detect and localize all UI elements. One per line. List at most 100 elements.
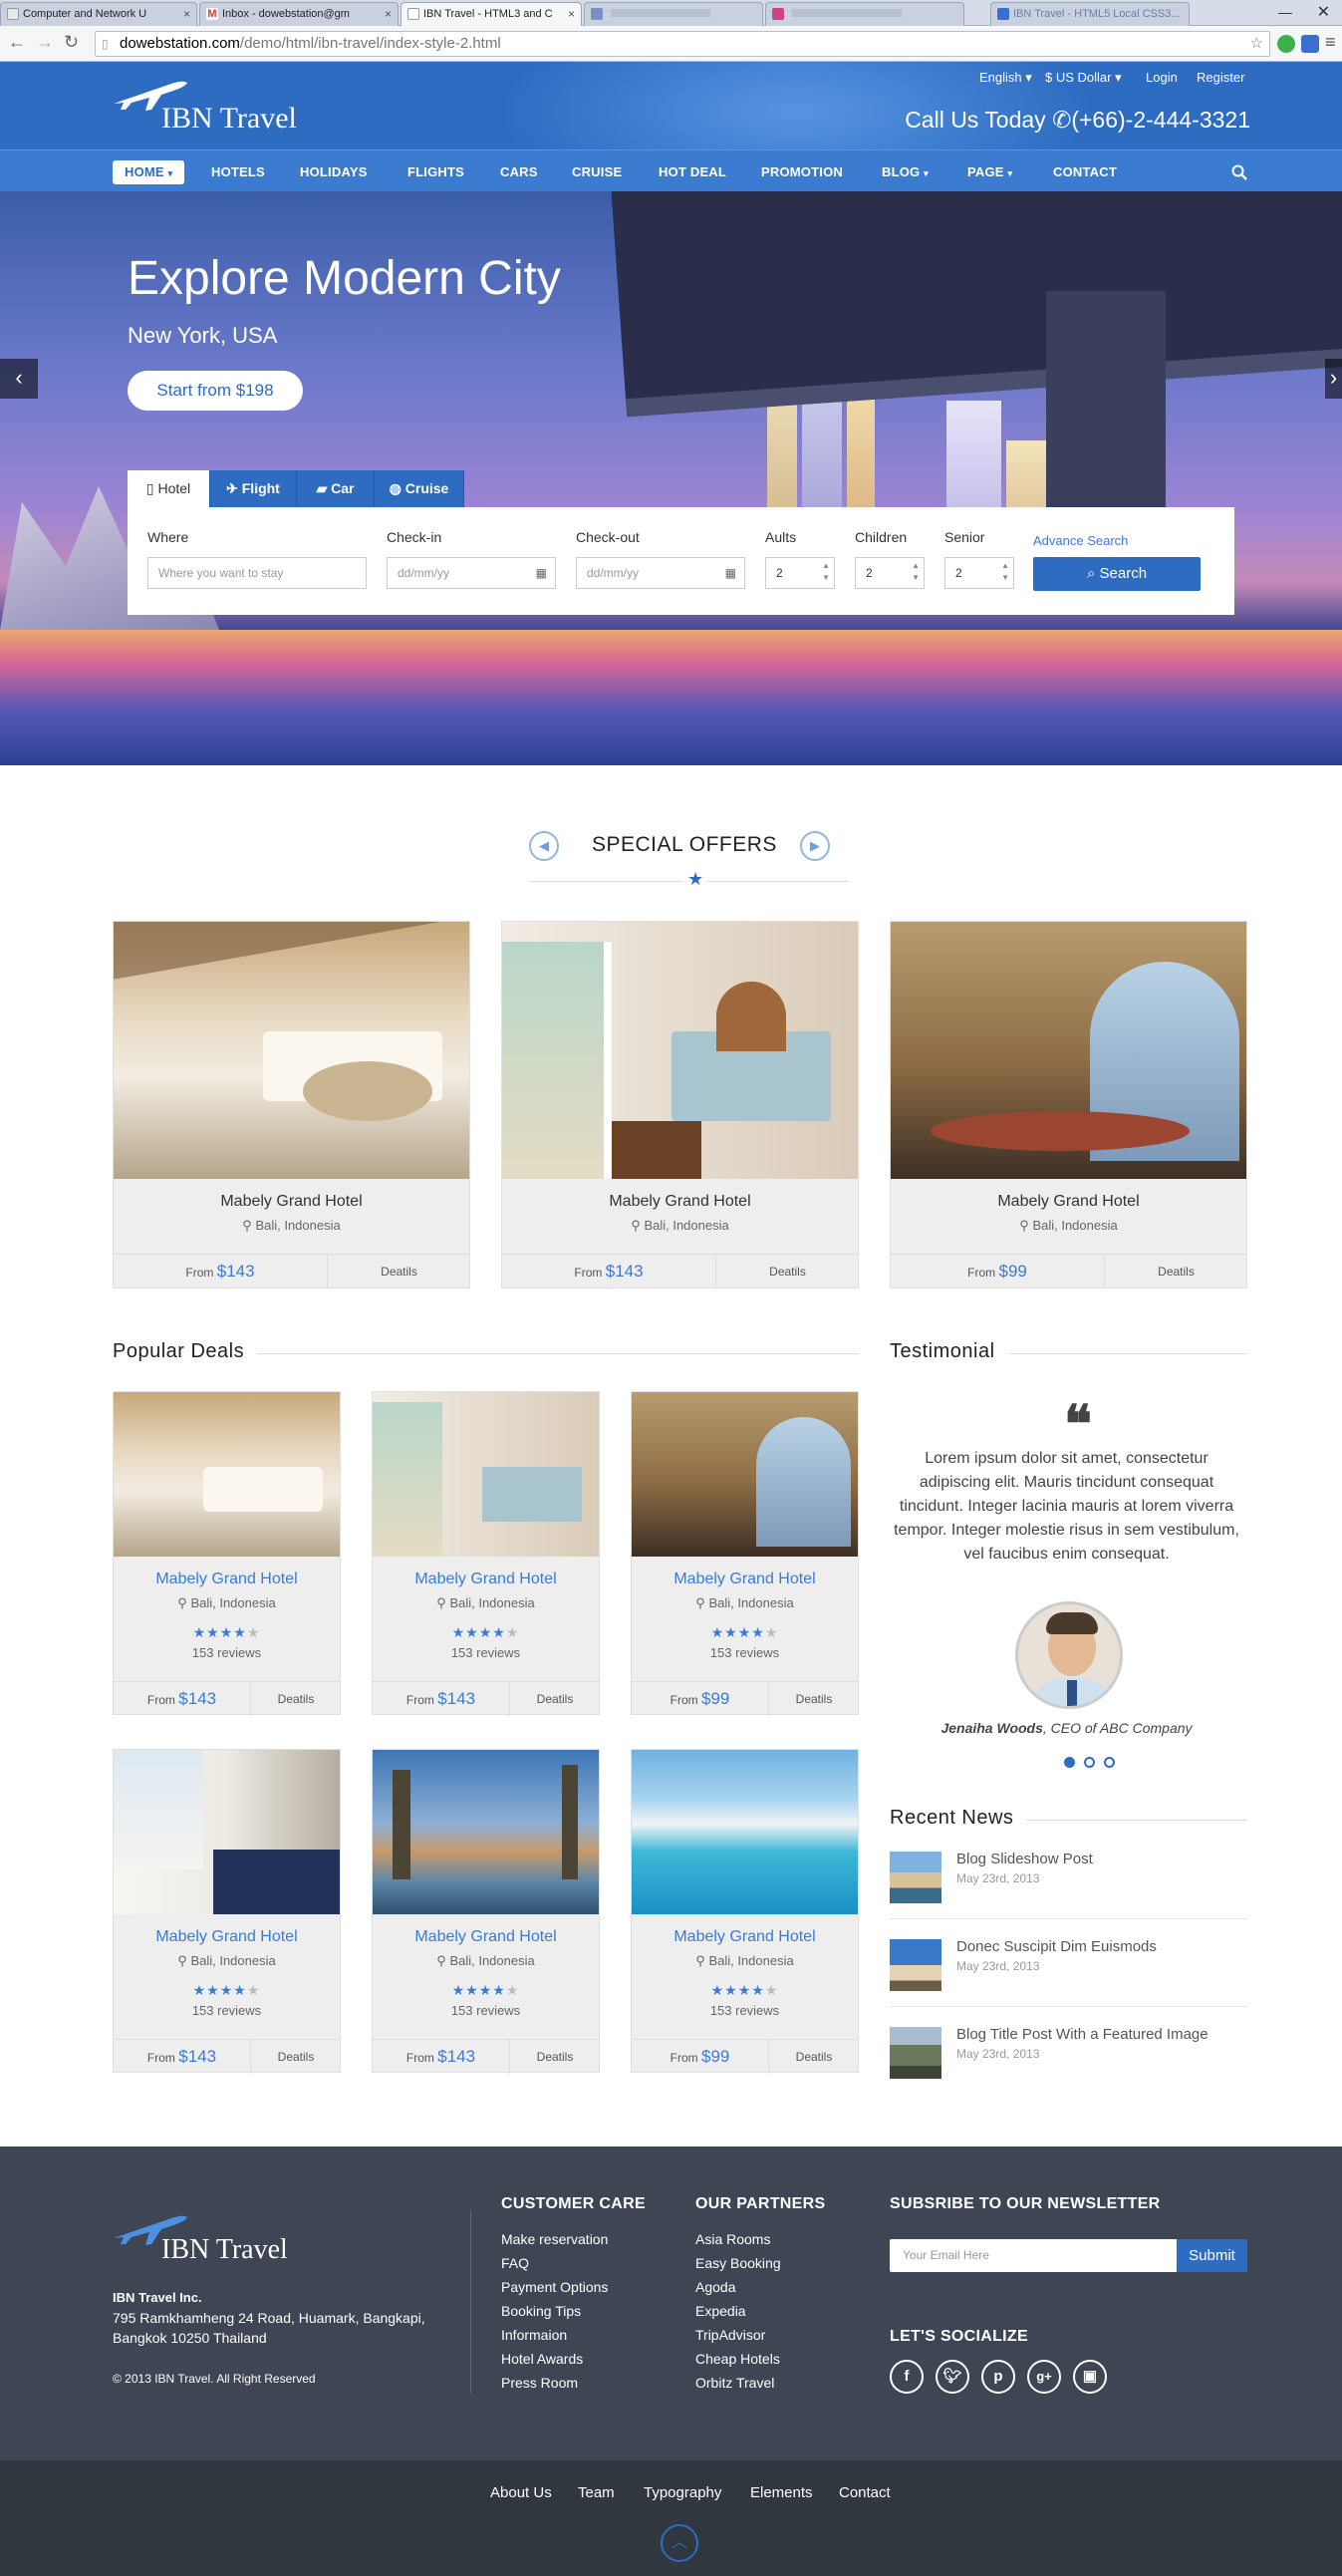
footer-link[interactable]: Informaion: [501, 2327, 567, 2343]
hotel-photo[interactable]: [114, 1750, 340, 1914]
menu-item-contact[interactable]: CONTACT: [1041, 160, 1129, 184]
forward-icon[interactable]: →: [36, 32, 54, 53]
hotel-photo[interactable]: [632, 1750, 858, 1914]
reload-icon[interactable]: ↻: [64, 32, 79, 53]
login-link[interactable]: Login: [1146, 70, 1178, 85]
details-button[interactable]: Deatils: [769, 1682, 859, 1716]
deal-card[interactable]: Mabely Grand Hotel ⚲ Bali, Indonesia ★★★…: [113, 1749, 341, 2074]
start-from-button[interactable]: Start from $198: [128, 371, 303, 411]
partner-link[interactable]: TripAdvisor: [695, 2327, 765, 2343]
footer-link[interactable]: Hotel Awards: [501, 2351, 583, 2367]
currency-select[interactable]: $ US Dollar ▾: [1045, 70, 1122, 86]
review-count[interactable]: 153 reviews: [373, 2003, 599, 2018]
hotel-photo[interactable]: [502, 922, 858, 1179]
carousel-dot[interactable]: [1104, 1757, 1115, 1768]
news-thumbnail[interactable]: [890, 1852, 941, 1903]
search-button[interactable]: ⌕ Search: [1033, 557, 1201, 591]
close-window-icon[interactable]: ✕: [1317, 2, 1330, 22]
email-input[interactable]: Your Email Here: [890, 2239, 1177, 2272]
footer-link[interactable]: Make reservation: [501, 2231, 608, 2247]
hotel-name[interactable]: Mabely Grand Hotel: [373, 1928, 599, 1946]
tab-car[interactable]: ▰ Car: [297, 470, 375, 507]
browser-tab[interactable]: M Inbox - dowebstation@gm ×: [199, 2, 399, 26]
adults-stepper[interactable]: 2 ▲ ▼: [765, 557, 835, 589]
details-button[interactable]: Deatils: [510, 1682, 600, 1716]
browser-tab[interactable]: IBN Travel - HTML5 Local CSS3...: [990, 2, 1190, 26]
facebook-icon[interactable]: f: [890, 2360, 924, 2394]
menu-item-hotels[interactable]: HOTELS: [199, 160, 277, 184]
footer-link[interactable]: Payment Options: [501, 2279, 608, 2295]
partner-link[interactable]: Asia Rooms: [695, 2231, 770, 2247]
details-button[interactable]: Deatils: [716, 1255, 859, 1288]
menu-icon[interactable]: ≡: [1325, 32, 1336, 53]
close-icon[interactable]: ×: [568, 3, 575, 25]
footer-bottom-link[interactable]: Team: [578, 2484, 615, 2501]
twitter-icon[interactable]: 🐦︎: [936, 2360, 969, 2394]
slider-prev-icon[interactable]: ‹: [0, 359, 38, 399]
menu-item-page[interactable]: PAGE ▾: [955, 160, 1024, 184]
deal-card[interactable]: Mabely Grand Hotel ⚲ Bali, Indonesia ★★★…: [113, 1391, 341, 1716]
offer-card[interactable]: Mabely Grand Hotel ⚲ Bali, Indonesia Fro…: [501, 921, 859, 1288]
partner-link[interactable]: Orbitz Travel: [695, 2375, 774, 2391]
details-button[interactable]: Deatils: [251, 2040, 341, 2074]
logo-text[interactable]: IBN Travel: [161, 102, 297, 136]
news-thumbnail[interactable]: [890, 1939, 941, 1991]
news-thumbnail[interactable]: [890, 2027, 941, 2079]
slider-next-icon[interactable]: ›: [1325, 359, 1342, 399]
menu-item-hot-deal[interactable]: HOT DEAL: [647, 160, 738, 184]
tab-hotel[interactable]: ▯ Hotel: [128, 470, 210, 507]
footer-bottom-link[interactable]: Contact: [839, 2484, 891, 2501]
url-field[interactable]: ▯ dowebstation.com/demo/html/ibn-travel/…: [95, 31, 1270, 57]
hotel-name[interactable]: Mabely Grand Hotel: [502, 1193, 858, 1211]
partner-link[interactable]: Expedia: [695, 2303, 746, 2319]
pinterest-icon[interactable]: p: [981, 2360, 1015, 2394]
calendar-icon[interactable]: ▦: [725, 558, 736, 588]
deal-card[interactable]: Mabely Grand Hotel ⚲ Bali, Indonesia ★★★…: [372, 1391, 600, 1716]
hotel-photo[interactable]: [114, 1392, 340, 1557]
menu-item-home[interactable]: HOME ▾: [113, 160, 185, 184]
search-icon[interactable]: [1231, 164, 1247, 180]
back-icon[interactable]: ←: [8, 32, 26, 53]
register-link[interactable]: Register: [1197, 70, 1244, 85]
browser-tab[interactable]: Computer and Network U ×: [0, 2, 197, 26]
news-title[interactable]: Blog Title Post With a Featured Image: [956, 2026, 1208, 2043]
hotel-name[interactable]: Mabely Grand Hotel: [632, 1571, 858, 1588]
details-button[interactable]: Deatils: [510, 2040, 600, 2074]
deal-card[interactable]: Mabely Grand Hotel ⚲ Bali, Indonesia ★★★…: [631, 1749, 859, 2074]
extension-icon[interactable]: [1301, 35, 1319, 53]
star-icon[interactable]: ☆: [1250, 32, 1263, 56]
minimize-icon[interactable]: —: [1278, 4, 1292, 20]
details-button[interactable]: Deatils: [769, 2040, 859, 2074]
details-button[interactable]: Deatils: [1105, 1255, 1247, 1288]
partner-link[interactable]: Easy Booking: [695, 2255, 781, 2271]
news-title[interactable]: Donec Suscipit Dim Euismods: [956, 1938, 1157, 1955]
offer-card[interactable]: Mabely Grand Hotel ⚲ Bali, Indonesia Fro…: [890, 921, 1247, 1288]
hotel-name[interactable]: Mabely Grand Hotel: [114, 1193, 469, 1211]
hotel-photo[interactable]: [373, 1750, 599, 1914]
menu-item-promotion[interactable]: PROMOTION: [749, 160, 855, 184]
children-stepper[interactable]: 2 ▲ ▼: [855, 557, 925, 589]
footer-bottom-link[interactable]: Elements: [750, 2484, 813, 2501]
footer-link[interactable]: FAQ: [501, 2255, 529, 2271]
details-button[interactable]: Deatils: [328, 1255, 470, 1288]
offer-card[interactable]: Mabely Grand Hotel ⚲ Bali, Indonesia Fro…: [113, 921, 470, 1288]
news-title[interactable]: Blog Slideshow Post: [956, 1851, 1093, 1867]
hotel-name[interactable]: Mabely Grand Hotel: [891, 1193, 1246, 1211]
spinner-icon[interactable]: ▲ ▼: [912, 560, 920, 584]
browser-tab[interactable]: [584, 2, 763, 26]
hotel-name[interactable]: Mabely Grand Hotel: [114, 1928, 340, 1946]
footer-logo-text[interactable]: IBN Travel: [161, 2234, 288, 2266]
browser-tab[interactable]: [765, 2, 964, 26]
footer-link[interactable]: Press Room: [501, 2375, 578, 2391]
checkin-input[interactable]: dd/mm/yy ▦: [387, 557, 556, 589]
browser-tab-active[interactable]: IBN Travel - HTML3 and C ×: [401, 2, 582, 27]
submit-button[interactable]: Submit: [1177, 2239, 1247, 2272]
partner-link[interactable]: Agoda: [695, 2279, 735, 2295]
advance-search-link[interactable]: Advance Search: [1033, 533, 1128, 548]
review-count[interactable]: 153 reviews: [114, 1645, 340, 1660]
extension-icon[interactable]: [1277, 35, 1295, 53]
footer-bottom-link[interactable]: Typography: [644, 2484, 721, 2501]
offers-prev-icon[interactable]: ◀: [529, 831, 559, 861]
instagram-icon[interactable]: ▣: [1073, 2360, 1107, 2394]
hotel-name[interactable]: Mabely Grand Hotel: [114, 1571, 340, 1588]
